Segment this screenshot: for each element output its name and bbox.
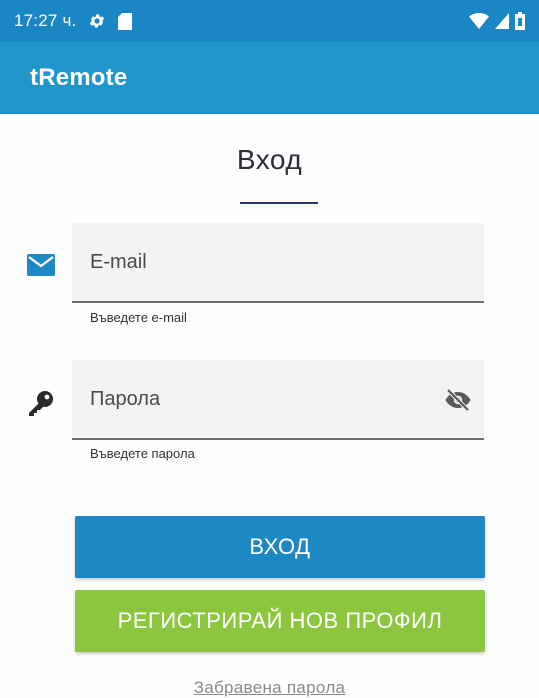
app-bar: tRemote [0,42,539,114]
forgot-password-link[interactable]: Забравена парола [0,678,539,698]
password-input[interactable] [90,387,420,411]
status-time: 17:27 ч. [14,11,77,30]
email-field[interactable] [72,223,484,303]
eye-off-icon[interactable] [444,388,472,412]
password-field[interactable] [72,360,484,440]
page-title: Вход [236,144,303,175]
email-helper-text: Въведете e-mail [90,310,187,325]
key-icon [26,388,56,418]
login-button[interactable]: ВХОД [75,516,485,578]
status-bar: 17:27 ч. [0,0,539,42]
app-title: tRemote [30,64,128,91]
login-form: Вход Въведете e-mail Въведете парола ВХО… [0,114,539,698]
wifi-icon [469,13,489,29]
signal-icon [495,13,509,29]
gear-icon [88,12,106,30]
register-button[interactable]: РЕГИСТРИРАЙ НОВ ПРОФИЛ [75,590,485,652]
mail-icon [26,250,56,280]
battery-icon [515,12,525,30]
title-underline [240,202,318,204]
password-helper-text: Въведете парола [90,446,195,461]
sd-card-icon [118,12,133,30]
email-input[interactable] [90,250,420,274]
